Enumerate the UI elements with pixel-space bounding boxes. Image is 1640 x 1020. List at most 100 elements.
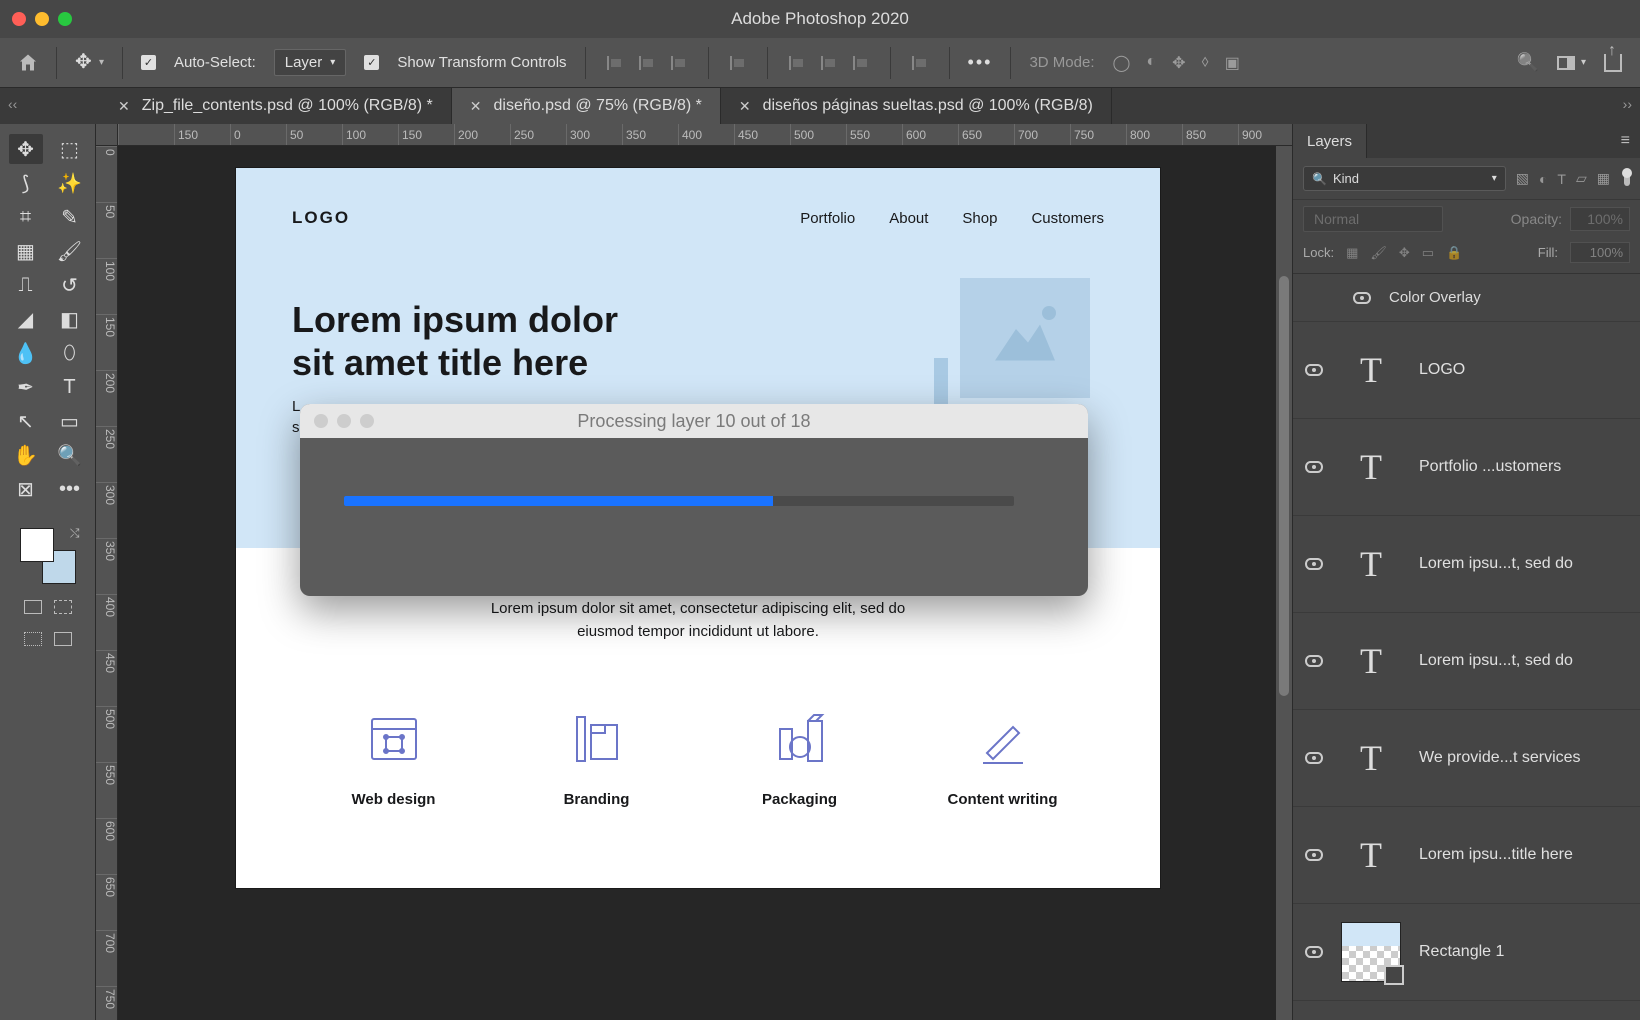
more-options-button[interactable]: ••• [968,52,993,73]
brush-tool[interactable]: 🖌 [53,236,87,266]
dodge-tool[interactable]: ⬯ [53,338,87,368]
stamp-tool[interactable]: ⎍ [9,270,43,300]
filter-shape-icon[interactable]: ▱ [1576,170,1587,187]
tool-preset-picker[interactable]: ▾ [75,53,104,73]
gradient-tool[interactable]: ◧ [53,304,87,334]
visibility-toggle-icon[interactable] [1305,946,1323,958]
artboard-tool[interactable]: ⊠ [9,474,43,504]
layer-row[interactable]: TLOGO [1293,322,1640,419]
vertical-scrollbar[interactable] [1276,146,1292,1020]
crop-tool[interactable]: ⌗ [9,202,43,232]
hand-tool[interactable]: ✋ [9,440,43,470]
horizontal-ruler[interactable]: 1500501001502002503003504004505005506006… [118,124,1292,146]
close-tab-icon[interactable]: ✕ [739,98,751,115]
dialog-zoom-button[interactable] [360,414,374,428]
search-icon[interactable] [1517,52,1539,73]
minimize-window-button[interactable] [35,12,49,26]
layer-row[interactable]: Rectangle 1 [1293,904,1640,1001]
swap-colors-icon[interactable]: ⤭ [70,526,80,541]
show-transform-checkbox[interactable]: ✓ [364,55,379,70]
filter-adjustment-icon[interactable]: ◐ [1539,171,1547,187]
quick-mask-icon[interactable] [54,600,72,614]
type-tool[interactable]: T [53,372,87,402]
pan-icon[interactable]: ✥ [1172,53,1185,73]
home-icon[interactable] [18,53,38,73]
close-tab-icon[interactable]: ✕ [118,98,130,115]
visibility-toggle-icon[interactable] [1305,364,1323,376]
filter-smart-icon[interactable]: ▦ [1597,170,1610,187]
distribute-bottom-button[interactable] [850,52,872,74]
rectangle-tool[interactable]: ▭ [53,406,87,436]
path-selection-tool[interactable]: ↖ [9,406,43,436]
screen-mode-2-icon[interactable] [54,632,72,646]
tabs-scroll-left[interactable]: ‹‹ [8,96,17,112]
roll-icon[interactable]: ◐ [1146,53,1156,73]
layer-row[interactable]: TWe provide...t services [1293,710,1640,807]
tab-document-3[interactable]: ✕ diseños páginas sueltas.psd @ 100% (RG… [721,88,1112,124]
distribute-spacing-button[interactable] [909,52,931,74]
align-left-button[interactable] [604,52,626,74]
auto-select-target-dropdown[interactable]: Layer ▾ [274,49,347,76]
lock-artboard-icon[interactable]: ▭ [1422,245,1434,261]
visibility-toggle-icon[interactable] [1305,461,1323,473]
tab-document-2[interactable]: ✕ diseño.psd @ 75% (RGB/8) * [452,88,721,124]
pen-tool[interactable]: ✒ [9,372,43,402]
default-colors-icon[interactable] [24,600,42,614]
lock-image-icon[interactable]: 🖌 [1370,245,1387,261]
lock-transparency-icon[interactable]: ▦ [1346,245,1358,261]
share-icon[interactable] [1604,54,1622,72]
layer-effect-row[interactable]: Color Overlay [1293,274,1640,322]
align-middle-button[interactable] [727,52,749,74]
lock-position-icon[interactable]: ✥ [1399,245,1410,261]
workspace-switcher[interactable]: ▾ [1557,56,1586,70]
color-swatches[interactable]: ⤭ [20,528,76,584]
screen-mode-icon[interactable] [24,632,42,646]
marquee-tool[interactable]: ⬚ [53,134,87,164]
vertical-ruler[interactable]: 0501001502002503003504004505005506006507… [96,146,118,1020]
layers-tab[interactable]: Layers [1293,124,1367,158]
lasso-tool[interactable]: ⟆ [9,168,43,198]
distribute-top-button[interactable] [786,52,808,74]
eyedropper-tool[interactable]: ✎ [53,202,87,232]
filter-type-icon[interactable]: T [1557,171,1566,187]
blend-mode-dropdown[interactable]: Normal [1303,206,1443,232]
camera-icon[interactable]: ▣ [1225,53,1240,73]
lock-all-icon[interactable]: 🔒 [1446,245,1462,261]
magic-wand-tool[interactable]: ✨ [53,168,87,198]
foreground-color-swatch[interactable] [20,528,54,562]
visibility-toggle-icon[interactable] [1305,558,1323,570]
opacity-input[interactable]: 100% [1570,207,1630,231]
slide-icon[interactable]: ⬨ [1201,53,1208,73]
layer-row[interactable]: TLorem ipsu...title here [1293,807,1640,904]
tabs-scroll-right[interactable]: ›› [1623,96,1632,112]
visibility-toggle-icon[interactable] [1305,752,1323,764]
fill-input[interactable]: 100% [1570,242,1630,263]
move-tool[interactable]: ✥ [9,134,43,164]
visibility-toggle-icon[interactable] [1305,655,1323,667]
filter-kind-dropdown[interactable]: 🔍 Kind ▾ [1303,166,1506,191]
scrollbar-thumb[interactable] [1279,276,1289,696]
dialog-minimize-button[interactable] [337,414,351,428]
ruler-origin[interactable] [96,124,118,146]
close-window-button[interactable] [12,12,26,26]
tab-document-1[interactable]: ✕ Zip_file_contents.psd @ 100% (RGB/8) * [100,88,452,124]
history-brush-tool[interactable]: ↺ [53,270,87,300]
edit-toolbar-button[interactable]: ••• [53,474,87,504]
filter-toggle[interactable] [1624,172,1630,186]
distribute-center-button[interactable] [818,52,840,74]
zoom-tool[interactable]: 🔍 [53,440,87,470]
close-tab-icon[interactable]: ✕ [470,98,482,115]
visibility-toggle-icon[interactable] [1353,292,1371,304]
frame-tool[interactable]: ▦ [9,236,43,266]
orbit-icon[interactable]: ◯ [1113,53,1131,73]
panel-menu-icon[interactable]: ≡ [1611,124,1640,158]
layer-row[interactable]: TPortfolio ...ustomers [1293,419,1640,516]
layer-row[interactable]: TLorem ipsu...t, sed do [1293,516,1640,613]
eraser-tool[interactable]: ◢ [9,304,43,334]
auto-select-checkbox[interactable]: ✓ [141,55,156,70]
align-center-h-button[interactable] [636,52,658,74]
align-right-button[interactable] [668,52,690,74]
filter-pixel-icon[interactable]: ▧ [1516,170,1529,187]
visibility-toggle-icon[interactable] [1305,849,1323,861]
layer-row[interactable]: TLorem ipsu...t, sed do [1293,613,1640,710]
